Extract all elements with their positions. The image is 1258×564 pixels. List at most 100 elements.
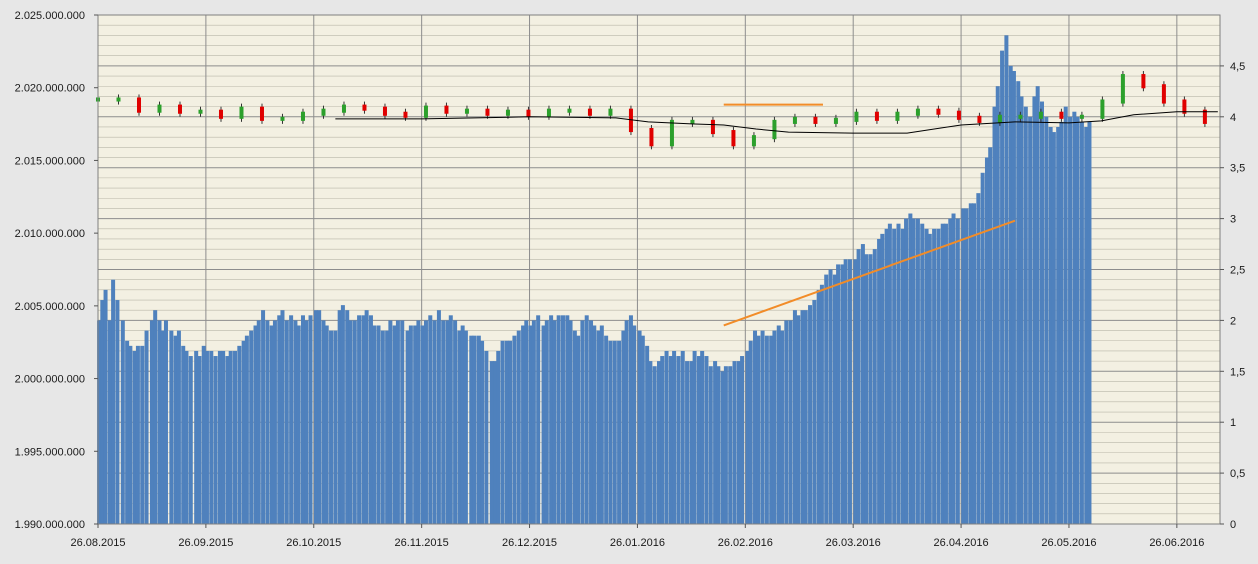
bar bbox=[680, 350, 685, 524]
y-right-tick-label: 2,5 bbox=[1230, 265, 1245, 277]
bar bbox=[432, 320, 437, 524]
bar bbox=[135, 345, 140, 524]
y-right-tick-label: 0,5 bbox=[1230, 468, 1245, 480]
bar bbox=[803, 310, 808, 524]
bar bbox=[760, 330, 765, 524]
candlestick bbox=[444, 105, 449, 114]
x-tick-label: 26.05.2016 bbox=[1041, 537, 1096, 549]
candlestick bbox=[772, 119, 777, 140]
bar bbox=[144, 330, 149, 524]
bar bbox=[624, 320, 629, 524]
bar bbox=[228, 350, 233, 524]
bar bbox=[676, 356, 681, 524]
bar bbox=[1028, 116, 1033, 525]
bar bbox=[617, 340, 622, 524]
bar bbox=[441, 320, 446, 524]
bar bbox=[296, 325, 301, 524]
bar bbox=[169, 330, 174, 524]
y-left-tick-label: 2.015.000.000 bbox=[15, 155, 85, 167]
bar bbox=[209, 350, 214, 524]
bar bbox=[740, 356, 745, 524]
bar bbox=[788, 320, 793, 524]
candlestick bbox=[300, 111, 305, 121]
bar bbox=[808, 305, 813, 524]
y-right-tick-label: 3,5 bbox=[1230, 163, 1245, 175]
bar bbox=[197, 356, 202, 524]
bar bbox=[544, 320, 549, 524]
bar bbox=[115, 300, 120, 524]
bar bbox=[685, 361, 690, 524]
candlestick bbox=[1100, 99, 1105, 119]
bar bbox=[556, 315, 561, 524]
candlestick bbox=[403, 111, 408, 118]
bar bbox=[872, 249, 877, 524]
candlestick bbox=[936, 108, 941, 115]
x-tick-label: 26.06.2016 bbox=[1149, 537, 1204, 549]
candlestick bbox=[833, 117, 838, 124]
y-right-tick-label: 4 bbox=[1230, 112, 1236, 124]
bar bbox=[584, 315, 589, 524]
bar bbox=[1004, 35, 1009, 525]
bar bbox=[484, 350, 489, 524]
bar bbox=[812, 300, 817, 524]
bar bbox=[204, 350, 209, 524]
bar bbox=[289, 315, 294, 524]
bar bbox=[580, 320, 585, 524]
candlestick bbox=[1120, 74, 1125, 104]
y-left-tick-label: 1.995.000.000 bbox=[15, 446, 85, 458]
bar bbox=[728, 366, 733, 524]
bar bbox=[272, 320, 277, 524]
x-tick-label: 26.09.2015 bbox=[178, 537, 233, 549]
y-right-tick-label: 1 bbox=[1230, 417, 1236, 429]
candlestick bbox=[1079, 114, 1084, 119]
x-tick-label: 26.08.2015 bbox=[70, 537, 125, 549]
candlestick bbox=[813, 116, 818, 124]
bar bbox=[911, 218, 916, 524]
bar bbox=[140, 345, 145, 524]
bar bbox=[372, 325, 377, 524]
bar bbox=[652, 366, 657, 524]
candlestick bbox=[895, 111, 900, 121]
candlestick bbox=[792, 116, 797, 124]
candlestick bbox=[608, 108, 613, 116]
candlestick bbox=[731, 130, 736, 147]
candlestick bbox=[505, 109, 510, 116]
bar bbox=[980, 172, 985, 525]
bar bbox=[708, 366, 713, 524]
bar bbox=[395, 320, 400, 524]
candlestick bbox=[218, 109, 223, 119]
bar bbox=[324, 325, 329, 524]
y-left-tick-label: 2.020.000.000 bbox=[15, 83, 85, 95]
bar bbox=[188, 356, 193, 524]
y-right-tick-label: 1,5 bbox=[1230, 366, 1245, 378]
bar bbox=[284, 320, 289, 524]
bar bbox=[779, 330, 784, 524]
bar bbox=[472, 335, 477, 524]
chart-area: 1.990.000.000 1.995.000.000 2.000.000.000 2… bbox=[0, 0, 1258, 559]
y-left-tick-label: 2.000.000.000 bbox=[15, 374, 85, 386]
bar bbox=[308, 315, 313, 524]
y-left-tick-label: 2.010.000.000 bbox=[15, 228, 85, 240]
bar bbox=[964, 208, 969, 525]
candlestick bbox=[362, 104, 367, 111]
bar bbox=[915, 218, 920, 524]
bar bbox=[423, 320, 428, 524]
bar bbox=[864, 254, 869, 525]
bar bbox=[348, 320, 353, 524]
bar bbox=[824, 274, 829, 524]
bar bbox=[213, 356, 218, 524]
y-left-tick-label: 2.005.000.000 bbox=[15, 301, 85, 313]
bar bbox=[531, 320, 536, 524]
y-right-tick-label: 2 bbox=[1230, 315, 1236, 327]
candlestick bbox=[280, 116, 285, 121]
bar bbox=[128, 345, 133, 524]
bar bbox=[1019, 96, 1024, 524]
bar bbox=[176, 330, 181, 524]
bar bbox=[836, 264, 841, 524]
bar bbox=[732, 361, 737, 524]
bar bbox=[932, 228, 937, 524]
bar bbox=[380, 330, 385, 524]
bar bbox=[951, 213, 956, 524]
candlestick bbox=[956, 110, 961, 120]
candlestick bbox=[977, 115, 982, 123]
